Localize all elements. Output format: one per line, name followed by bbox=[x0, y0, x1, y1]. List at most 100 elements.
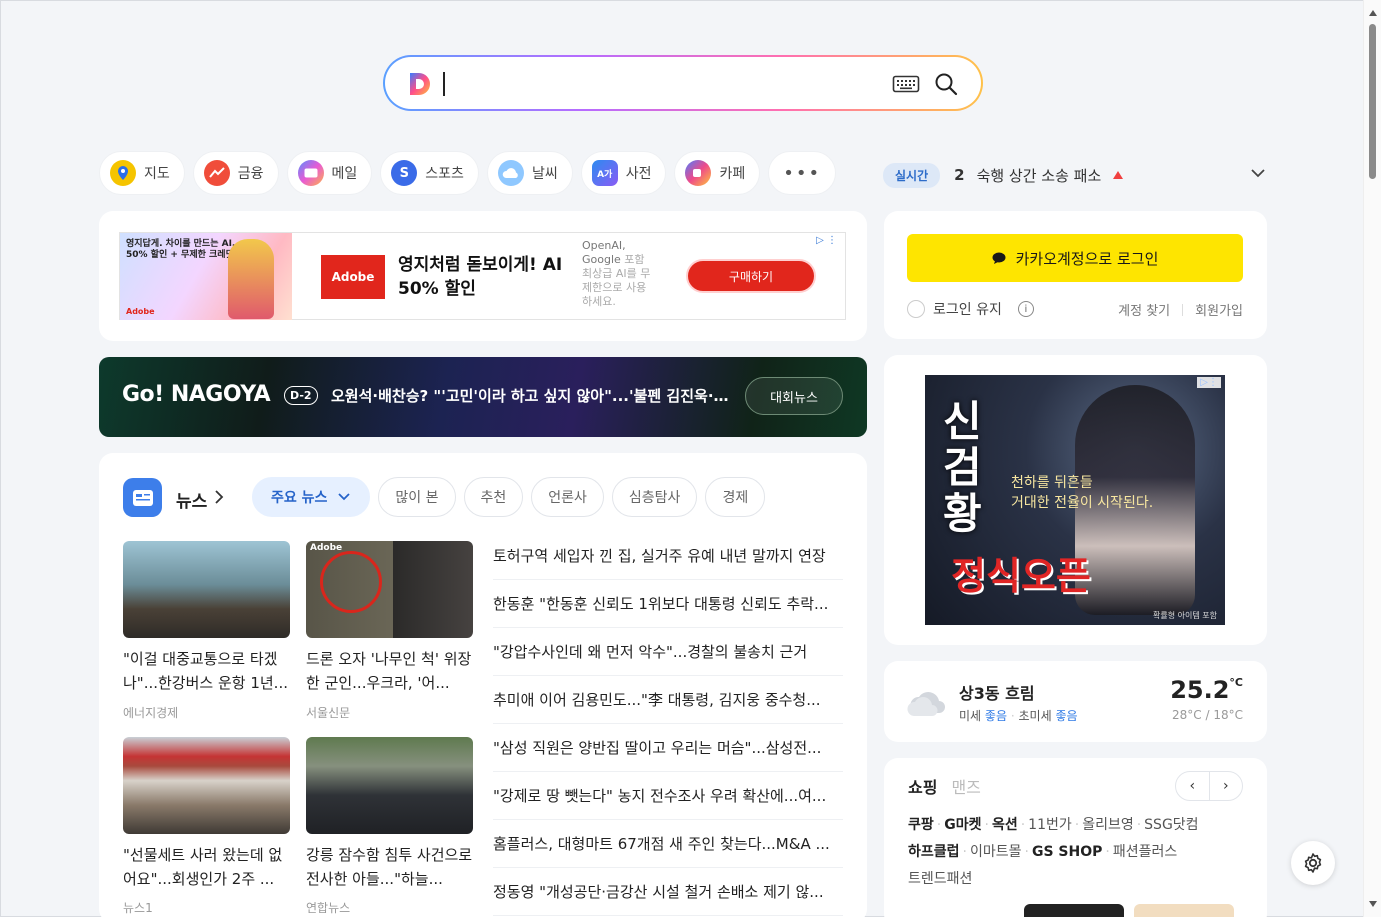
ad-choices-icon[interactable]: ▷⋮ bbox=[1197, 377, 1221, 388]
signup-link[interactable]: 회원가입 bbox=[1195, 300, 1243, 319]
chevron-down-icon[interactable] bbox=[1249, 164, 1267, 182]
shortcut-mail[interactable]: 메일 bbox=[286, 151, 373, 195]
news-card-title[interactable]: "선물세트 사러 왔는데 없어요"...회생인가 2주 ... bbox=[123, 843, 293, 891]
headline-text[interactable]: 추미애 이어 김용민도..."李 대통령, 김지웅 중수청... bbox=[493, 689, 821, 710]
mall-link[interactable]: SSG닷컴 bbox=[1144, 817, 1198, 833]
headline-item[interactable]: 홈플러스, 대형마트 67개점 새 주인 찾는다...M&A ... bbox=[493, 820, 843, 868]
search-input[interactable] bbox=[443, 72, 445, 96]
mall-link[interactable]: 패션플러스 bbox=[1113, 844, 1177, 860]
mall-link[interactable]: 옥션 bbox=[992, 817, 1018, 833]
kakao-login-label: 카카오계정으로 로그인 bbox=[1015, 249, 1159, 268]
mall-link[interactable]: 올리브영 bbox=[1082, 817, 1134, 833]
tab-most-viewed[interactable]: 많이 본 bbox=[378, 477, 456, 517]
news-card-source[interactable]: 서울신문 bbox=[306, 704, 350, 721]
news-card-source[interactable]: 뉴스1 bbox=[123, 899, 153, 916]
tab-top-news[interactable]: 주요 뉴스 bbox=[252, 477, 371, 517]
ad-sub-1: OpenAI, Google bbox=[582, 239, 626, 266]
scroll-down-arrow[interactable] bbox=[1369, 901, 1377, 907]
event-banner[interactable]: Go! NAGOYA D-2 오원석·배찬승? "'고민'이라 하고 싶지 않아… bbox=[99, 357, 867, 437]
search-bar[interactable] bbox=[383, 55, 983, 111]
tab-mens[interactable]: 맨즈 bbox=[951, 774, 980, 798]
headline-item[interactable]: "강압수사인데 왜 먼저 악수"...경찰의 불송치 근거 bbox=[493, 628, 843, 676]
ad-headline[interactable]: 영지처럼 돋보이게! AI 50% 할인 bbox=[398, 253, 573, 301]
mall-link[interactable]: G마켓 bbox=[944, 817, 981, 833]
news-thumbnail[interactable] bbox=[123, 737, 290, 834]
scroll-up-arrow[interactable] bbox=[1369, 10, 1377, 16]
ad-choices-icon[interactable]: ▷ ⋮ bbox=[816, 235, 837, 246]
news-thumbnail[interactable] bbox=[123, 541, 290, 638]
headline-text[interactable]: "강압수사인데 왜 먼저 악수"...경찰의 불송치 근거 bbox=[493, 641, 807, 662]
mall-link[interactable]: 하프클럽 bbox=[908, 844, 960, 860]
headline-item[interactable]: "삼성 직원은 양반집 딸이고 우리는 머슴"...삼성전... bbox=[493, 724, 843, 772]
settings-button[interactable] bbox=[1291, 841, 1335, 885]
divider bbox=[1182, 303, 1184, 316]
mall-link[interactable]: 이마트몰 bbox=[970, 844, 1022, 860]
shortcut-weather[interactable]: 날씨 bbox=[486, 151, 573, 195]
news-card-title[interactable]: 강릉 잠수함 침투 사건으로 전사한 아들..."하늘... bbox=[306, 843, 476, 891]
shortcut-dictionary[interactable]: A가 사전 bbox=[580, 151, 667, 195]
shortcut-map[interactable]: 지도 bbox=[99, 151, 185, 195]
news-card-title[interactable]: "이걸 대중교통으로 타겠나"...한강버스 운항 1년... bbox=[123, 647, 293, 695]
news-thumbnail[interactable]: Adobe bbox=[306, 541, 473, 638]
tab-press[interactable]: 언론사 bbox=[531, 477, 604, 517]
headline-text[interactable]: "삼성 직원은 양반집 딸이고 우리는 머슴"...삼성전... bbox=[493, 737, 821, 758]
mall-link[interactable]: 11번가 bbox=[1028, 817, 1072, 833]
news-card-source[interactable]: 연합뉴스 bbox=[306, 899, 350, 916]
chevron-right-icon[interactable] bbox=[213, 489, 225, 505]
find-account-link[interactable]: 계정 찾기 bbox=[1118, 300, 1170, 319]
shortcut-cafe[interactable]: 카페 bbox=[674, 151, 761, 195]
sports-icon: S bbox=[391, 160, 418, 186]
highlight-circle bbox=[320, 551, 382, 613]
more-services-button[interactable]: ••• bbox=[768, 151, 837, 195]
search-icon[interactable] bbox=[933, 71, 959, 97]
info-icon[interactable]: i bbox=[1017, 301, 1034, 317]
keep-login[interactable]: 로그인 유지 i bbox=[907, 299, 1034, 319]
news-card-title[interactable]: 드론 오자 '나무인 척' 위장한 군인...우크라, '어... bbox=[306, 647, 476, 695]
realtime-trends[interactable]: 실시간 2 숙행 상간 소송 패소 bbox=[883, 160, 1267, 190]
service-shortcuts: 지도 금융 메일 S 스포츠 날씨 A가 사전 카페 ••• bbox=[99, 151, 837, 195]
game-ad[interactable]: 신검황 천하를 뒤흔들 거대한 전율이 시작된다. 정식오픈 확률형 아이템 포… bbox=[925, 375, 1225, 625]
top-ad-card: 영지답게. 차이를 만드는 AI. 50% 할인 + 무제한 크레딧! Adob… bbox=[99, 211, 867, 341]
headline-text[interactable]: "강제로 땅 뺏는다" 농지 전수조사 우려 확산에...여... bbox=[493, 785, 826, 806]
ad-thumbnail[interactable]: 영지답게. 차이를 만드는 AI. 50% 할인 + 무제한 크레딧! Adob… bbox=[120, 233, 292, 320]
headline-text[interactable]: 한동훈 "한동훈 신뢰도 1위보다 대통령 신뢰도 추락... bbox=[493, 593, 828, 614]
news-card-source[interactable]: 에너지경제 bbox=[123, 704, 178, 721]
scrollbar-thumb[interactable] bbox=[1369, 24, 1376, 179]
keep-login-checkbox[interactable] bbox=[907, 300, 925, 318]
mall-link[interactable]: 트렌드패션 bbox=[908, 871, 972, 887]
headline-text[interactable]: 정동영 "개성공단·금강산 시설 철거 손배소 제기 않... bbox=[493, 881, 824, 902]
tab-shopping[interactable]: 쇼핑 bbox=[908, 774, 937, 798]
prev-button[interactable]: ‹ bbox=[1176, 772, 1209, 800]
ad-buy-button[interactable]: 구매하기 bbox=[686, 259, 816, 293]
headline-item[interactable]: 정동영 "개성공단·금강산 시설 철거 손배소 제기 않... bbox=[493, 868, 843, 916]
news-thumbnail[interactable] bbox=[306, 737, 473, 834]
cloudy-icon bbox=[907, 692, 945, 716]
headline-item[interactable]: 토허구역 세입자 낀 집, 실거주 유예 내년 말까지 연장 bbox=[493, 532, 843, 580]
banner-headline[interactable]: 오원석·배찬승? "'고민'이라 하고 싶지 않아"...'불펜 김진욱·1..… bbox=[331, 385, 731, 406]
mall-link[interactable]: 쿠팡 bbox=[908, 817, 934, 833]
product-thumbnail[interactable] bbox=[1024, 904, 1124, 917]
tab-in-depth[interactable]: 심층탐사 bbox=[611, 477, 698, 517]
shortcut-sports[interactable]: S 스포츠 bbox=[380, 151, 479, 195]
headline-text[interactable]: 토허구역 세입자 낀 집, 실거주 유예 내년 말까지 연장 bbox=[493, 545, 826, 566]
weather-card[interactable]: 상3동 흐림 미세 좋음 · 초미세 좋음 25.2°C 28°C / 18°C bbox=[884, 661, 1267, 742]
weather-location: 상3동 흐림 bbox=[959, 684, 1035, 703]
headline-item[interactable]: "강제로 땅 뺏는다" 농지 전수조사 우려 확산에...여... bbox=[493, 772, 843, 820]
shortcut-finance[interactable]: 금융 bbox=[192, 151, 279, 195]
kakao-login-button[interactable]: 카카오계정으로 로그인 bbox=[907, 234, 1243, 282]
keyboard-icon[interactable] bbox=[892, 73, 920, 95]
news-title[interactable]: 뉴스 bbox=[176, 487, 207, 512]
display-ad[interactable]: 영지답게. 차이를 만드는 AI. 50% 할인 + 무제한 크레딧! Adob… bbox=[119, 232, 846, 320]
fine-dust-label: 미세 bbox=[959, 709, 982, 723]
headline-item[interactable]: 한동훈 "한동훈 신뢰도 1위보다 대통령 신뢰도 추락... bbox=[493, 580, 843, 628]
realtime-keyword[interactable]: 숙행 상간 소송 패소 bbox=[977, 165, 1102, 186]
product-thumbnail[interactable] bbox=[1134, 904, 1234, 917]
mall-link[interactable]: GS SHOP bbox=[1032, 844, 1102, 860]
tab-recommended[interactable]: 추천 bbox=[463, 477, 524, 517]
vertical-scrollbar[interactable] bbox=[1363, 0, 1381, 917]
tab-economy[interactable]: 경제 bbox=[705, 477, 766, 517]
banner-news-button[interactable]: 대회뉴스 bbox=[745, 377, 843, 415]
next-button[interactable]: › bbox=[1208, 772, 1243, 800]
headline-text[interactable]: 홈플러스, 대형마트 67개점 새 주인 찾는다...M&A ... bbox=[493, 833, 830, 854]
headline-item[interactable]: 추미애 이어 김용민도..."李 대통령, 김지웅 중수청... bbox=[493, 676, 843, 724]
